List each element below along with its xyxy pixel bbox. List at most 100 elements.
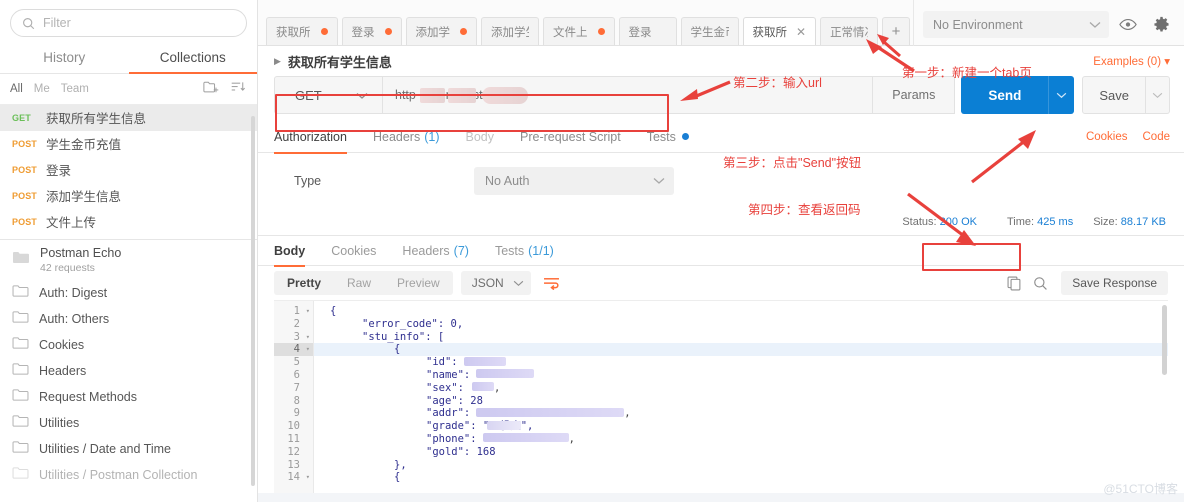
view-mode-group: Pretty Raw Preview [274,271,453,295]
request-tab-headers-label: Headers [373,130,420,144]
line-number-gutter: ▾1 2 ▾3 ▾4 5 6 7 8 9 10 11 12 13 ▾14 [274,301,314,502]
request-item-3[interactable]: POST 添加学生信息 [0,183,257,209]
scope-filter-row: All Me Team [0,74,257,105]
request-tab-tests[interactable]: Tests [647,121,689,153]
filter-box[interactable] [10,9,247,37]
search-icon[interactable] [1027,271,1053,295]
code-line-text: "stu_info": [ [362,331,444,343]
cookies-link[interactable]: Cookies [1086,131,1128,143]
code-link[interactable]: Code [1143,131,1171,143]
folder-item-4[interactable]: Request Methods [0,384,257,410]
close-icon[interactable]: ✕ [796,26,806,38]
collection-name: Postman Echo [40,246,121,261]
environment-selector[interactable]: No Environment [923,11,1109,38]
fold-icon[interactable]: ▾ [306,343,310,356]
response-body-code[interactable]: ▾1 2 ▾3 ▾4 5 6 7 8 9 10 11 12 13 ▾14 { "… [274,300,1168,502]
scope-all[interactable]: All [10,83,23,95]
view-mode-raw[interactable]: Raw [334,271,384,295]
collection-postman-echo[interactable]: Postman Echo 42 requests [0,240,257,280]
request-item-1[interactable]: POST 学生金币充值 [0,131,257,157]
folder-item-7[interactable]: Utilities / Postman Collection [0,462,257,488]
format-selector[interactable]: JSON [461,271,531,295]
postman-window: History Collections All Me Team GET [0,0,1184,502]
request-item-4[interactable]: POST 文件上传 [0,209,257,235]
workspace-tab-0[interactable]: 获取所 [266,17,338,45]
folder-item-6[interactable]: Utilities / Date and Time [0,436,257,462]
line-number-text: 7 [294,382,300,394]
line-number-text: 4 [294,343,300,355]
folder-item-2[interactable]: Cookies [0,332,257,358]
response-tab-headers[interactable]: Headers (7) [402,235,469,266]
workspace-tab-3[interactable]: 添加学生信息 [481,17,539,45]
response-tab-tests[interactable]: Tests (1/1) [495,235,554,266]
save-response-button[interactable]: Save Response [1061,271,1168,295]
fold-icon[interactable]: ▾ [306,305,310,318]
gear-icon[interactable] [1147,11,1175,38]
request-item-2[interactable]: POST 登录 [0,157,257,183]
workspace-tab-8[interactable]: 正常情况 [820,17,878,45]
folder-item-0[interactable]: Auth: Digest [0,280,257,306]
view-mode-pretty[interactable]: Pretty [274,271,334,295]
response-tab-cookies[interactable]: Cookies [331,235,376,266]
workspace-tab-6[interactable]: 学生金币充值 [681,17,739,45]
folder-item-5[interactable]: Utilities [0,410,257,436]
folder-icon [12,388,29,407]
line-number: 7 [274,382,313,395]
new-tab-button[interactable]: + [882,17,910,45]
line-number-text: 3 [294,331,300,343]
code-line-text: "phone": [426,433,477,445]
folder-item-3[interactable]: Headers [0,358,257,384]
response-tests-count: (1/1) [528,244,554,258]
fold-icon[interactable]: ▾ [306,471,310,484]
save-button[interactable]: Save [1082,76,1146,114]
line-number-text: 9 [294,407,300,419]
new-folder-icon[interactable] [203,80,219,99]
redaction-block [483,433,569,442]
code-line: "id": [314,356,1168,369]
folder-icon [12,250,30,270]
send-button[interactable]: Send [961,76,1048,114]
examples-dropdown[interactable]: Examples (0) ▾ [1093,54,1170,68]
auth-type-select[interactable]: No Auth [474,167,674,195]
code-scrollbar[interactable] [1162,305,1167,375]
scope-me[interactable]: Me [34,83,50,95]
unsaved-dot-icon [321,28,328,35]
copy-icon[interactable] [1001,271,1027,295]
workspace-tab-7-active[interactable]: 获取所 ✕ [743,17,817,45]
workspace-tab-1[interactable]: 登录 [342,17,402,45]
sort-icon[interactable] [230,80,247,99]
request-tab-body[interactable]: Body [466,121,495,153]
eye-icon[interactable] [1114,11,1142,38]
workspace-tab-2[interactable]: 添加学 [406,17,478,45]
request-tab-headers[interactable]: Headers (1) [373,121,440,153]
examples-label: Examples (0) [1093,56,1161,68]
scope-team[interactable]: Team [61,83,89,95]
response-tab-body[interactable]: Body [274,235,305,266]
time-badge: Time: 425 ms [1007,216,1073,228]
save-options-button[interactable] [1146,76,1170,114]
chevron-right-icon[interactable]: ▶ [274,56,281,67]
request-item-0[interactable]: GET 获取所有学生信息 [0,105,257,131]
word-wrap-icon[interactable] [539,271,565,295]
workspace-tab-5[interactable]: 登录 [619,17,677,45]
request-name: 获取所有学生信息 [288,52,392,71]
filter-input[interactable] [43,16,235,30]
sidebar-tab-collections[interactable]: Collections [129,43,258,73]
params-button[interactable]: Params [873,76,955,114]
json-code-content: { "error_code": 0, "stu_info": [ { "id":… [314,301,1168,502]
redaction-block [476,408,624,417]
request-tab-authorization[interactable]: Authorization [274,121,347,153]
method-selector[interactable]: GET [274,76,382,114]
fold-icon[interactable]: ▾ [306,331,310,344]
sidebar-tab-history[interactable]: History [0,43,129,73]
request-header-row: ▶ 获取所有学生信息 Examples (0) ▾ [258,46,1184,73]
sidebar-scrollbar[interactable] [251,116,255,486]
url-input[interactable]: http i/user/all_stu [382,76,873,114]
workspace-tab-4[interactable]: 文件上 [543,17,615,45]
folder-item-1[interactable]: Auth: Others [0,306,257,332]
line-number-text: 12 [287,446,300,458]
send-options-button[interactable] [1048,76,1074,114]
code-line: "gold": 168 [314,446,1168,459]
view-mode-preview[interactable]: Preview [384,271,453,295]
request-tab-pre-request-script[interactable]: Pre-request Script [520,121,621,153]
